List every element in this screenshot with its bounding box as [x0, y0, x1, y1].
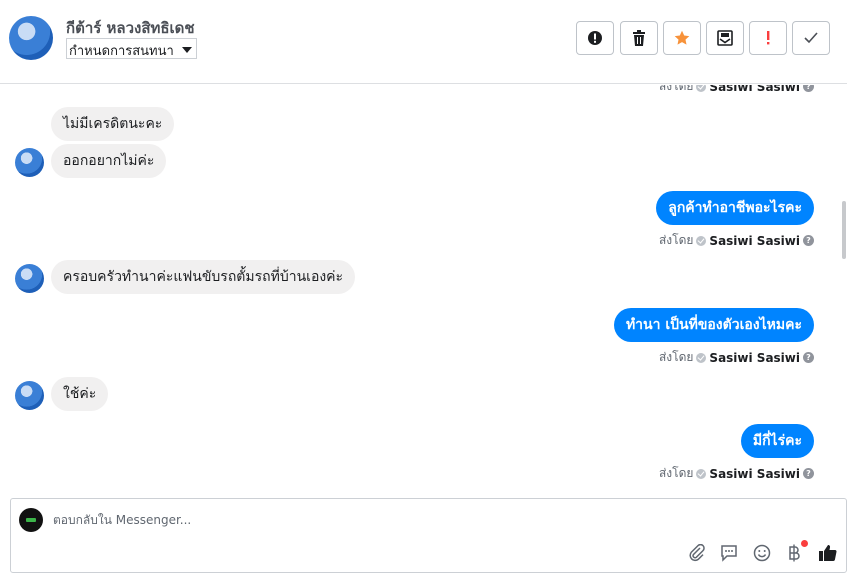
sent-by-prefix: ส่งโดย [658, 85, 694, 93]
sent-by-sender: Sasiwi Sasiwi [709, 350, 800, 365]
contact-avatar[interactable] [9, 16, 53, 60]
sent-by-prefix: ส่งโดย [658, 350, 694, 364]
outgoing-message[interactable]: ลูกค้าทำอาชีพอะไรคะ [656, 191, 814, 225]
page-avatar [19, 508, 43, 532]
conversation-label-select[interactable]: กำหนดการสนทนา [66, 38, 197, 59]
mark-done-button[interactable] [792, 21, 830, 55]
sent-by-row: ส่งโดย Sasiwi Sasiwi ? [659, 85, 814, 96]
star-icon [674, 30, 690, 45]
incoming-message[interactable]: ไม่มีเครดิตนะคะ [51, 107, 175, 141]
sent-by-row: ส่งโดย Sasiwi Sasiwi ? [659, 464, 814, 483]
incoming-message[interactable]: ใช้ค่ะ [51, 377, 109, 411]
help-icon[interactable]: ? [803, 235, 814, 246]
outgoing-message[interactable]: ทำนา เป็นที่ของตัวเองไหมคะ [613, 308, 814, 342]
saved-reply-icon[interactable] [719, 543, 739, 563]
notification-dot [801, 540, 808, 547]
message-thread[interactable]: ส่งโดย Sasiwi Sasiwi ? ไม่มีเครดิตนะคะ อ… [0, 85, 847, 489]
sent-by-sender: Sasiwi Sasiwi [709, 233, 800, 248]
attach-icon[interactable] [687, 543, 707, 563]
alert-circle-icon [588, 31, 602, 45]
delivered-icon [696, 468, 707, 479]
check-icon [804, 32, 818, 44]
sent-by-sender: Sasiwi Sasiwi [709, 466, 800, 481]
help-icon[interactable]: ? [803, 352, 814, 363]
mark-unread-button[interactable] [576, 21, 614, 55]
label-select-text: กำหนดการสนทนา [69, 44, 174, 59]
outgoing-message[interactable]: มีกี่ไร่คะ [740, 424, 814, 458]
star-button[interactable] [663, 21, 701, 55]
contact-avatar-small [15, 264, 44, 293]
emoji-icon[interactable] [752, 543, 772, 563]
thumbs-up-icon[interactable] [817, 543, 837, 563]
help-icon[interactable]: ? [803, 85, 814, 92]
trash-icon [633, 30, 645, 46]
contact-name[interactable]: กีต้าร์ หลวงสิทธิเดช [66, 16, 195, 40]
incoming-message[interactable]: ครอบครัวทำนาค่ะแฟนขับรถตั้มรถที่บ้านเองค… [51, 260, 356, 294]
contact-avatar-small [15, 381, 44, 410]
sent-by-row: ส่งโดย Sasiwi Sasiwi ? [659, 231, 814, 250]
baht-payment-icon[interactable] [784, 543, 804, 563]
conversation-header: กีต้าร์ หลวงสิทธิเดช กำหนดการสนทนา [0, 0, 847, 84]
delivered-icon [696, 352, 707, 363]
delivered-icon [696, 85, 707, 92]
archive-icon [717, 30, 733, 46]
scrollbar[interactable] [841, 85, 847, 489]
sent-by-prefix: ส่งโดย [658, 233, 694, 247]
archive-button[interactable] [706, 21, 744, 55]
sent-by-prefix: ส่งโดย [658, 466, 694, 480]
delete-button[interactable] [620, 21, 658, 55]
sent-by-sender: Sasiwi Sasiwi [709, 85, 800, 94]
scrollbar-thumb[interactable] [842, 201, 846, 259]
reply-composer [10, 498, 847, 573]
contact-avatar-small [15, 148, 44, 177]
help-icon[interactable]: ? [803, 468, 814, 479]
spam-icon [767, 31, 770, 45]
reply-input[interactable] [53, 513, 653, 527]
caret-down-icon [181, 47, 192, 53]
delivered-icon [696, 235, 707, 246]
incoming-message[interactable]: ออกอยากไม่ค่ะ [51, 144, 167, 178]
sent-by-row: ส่งโดย Sasiwi Sasiwi ? [659, 348, 814, 367]
mark-spam-button[interactable] [749, 21, 787, 55]
